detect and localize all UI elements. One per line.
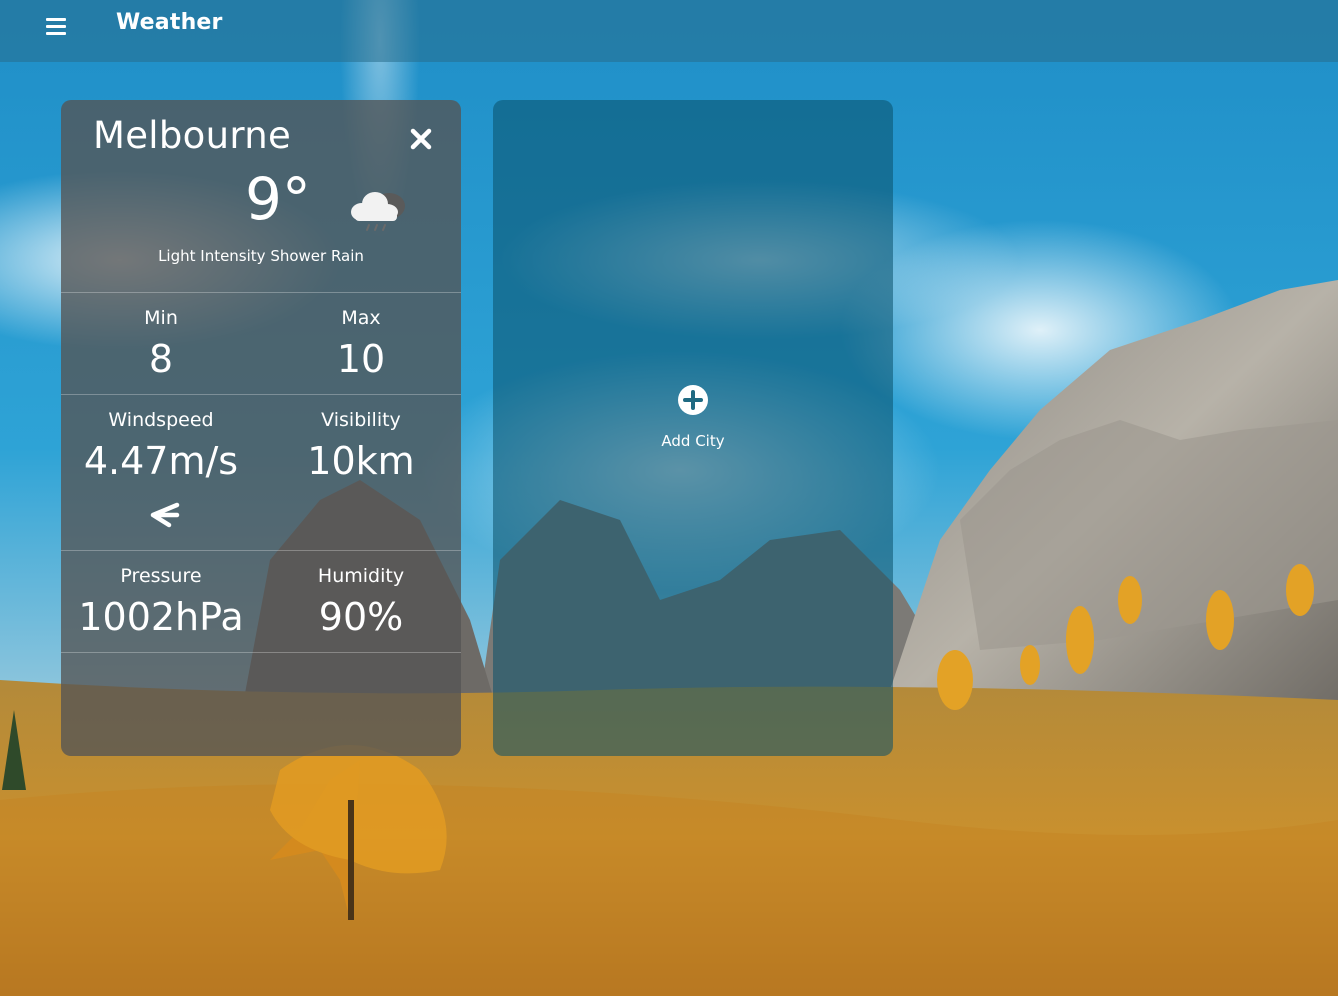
divider [61, 652, 461, 653]
windspeed-label: Windspeed [108, 409, 214, 431]
visibility-label: Visibility [321, 409, 401, 431]
humidity-stat: Humidity 90% [261, 565, 461, 639]
visibility-stat: Visibility 10km [261, 409, 461, 483]
add-city-card[interactable]: Add City [493, 100, 893, 756]
cloud-rain-icon [351, 192, 405, 231]
min-label: Min [144, 307, 178, 329]
min-temp-stat: Min 8 [61, 307, 261, 381]
min-value: 8 [148, 337, 174, 381]
max-value: 10 [336, 337, 386, 381]
add-city-label: Add City [661, 432, 725, 450]
arrow-left-icon [150, 502, 180, 528]
app-bar: Weather [0, 0, 1338, 62]
divider [61, 550, 461, 551]
humidity-label: Humidity [317, 565, 405, 587]
app-title: Weather [116, 10, 223, 35]
city-weather-card: Melbourne 9° Light Intensity Shower Rain… [61, 100, 461, 756]
pressure-stat: Pressure 1002hPa [61, 565, 261, 639]
windspeed-stat: Windspeed 4.47m/s [61, 409, 261, 483]
hamburger-menu-icon[interactable] [46, 17, 68, 37]
visibility-value: 10km [307, 439, 415, 483]
divider [61, 394, 461, 395]
city-name: Melbourne [93, 114, 292, 157]
pressure-label: Pressure [120, 565, 202, 587]
plus-circle-icon[interactable] [677, 384, 709, 416]
humidity-value: 90% [318, 595, 404, 639]
max-temp-stat: Max 10 [261, 307, 461, 381]
weather-description: Light Intensity Shower Rain [158, 247, 364, 265]
close-icon[interactable] [407, 125, 435, 153]
max-label: Max [341, 307, 381, 329]
windspeed-value: 4.47m/s [83, 439, 239, 483]
temperature: 9° [245, 165, 311, 233]
add-city-button[interactable]: Add City [493, 384, 893, 450]
pressure-value: 1002hPa [78, 595, 244, 639]
divider [61, 292, 461, 293]
